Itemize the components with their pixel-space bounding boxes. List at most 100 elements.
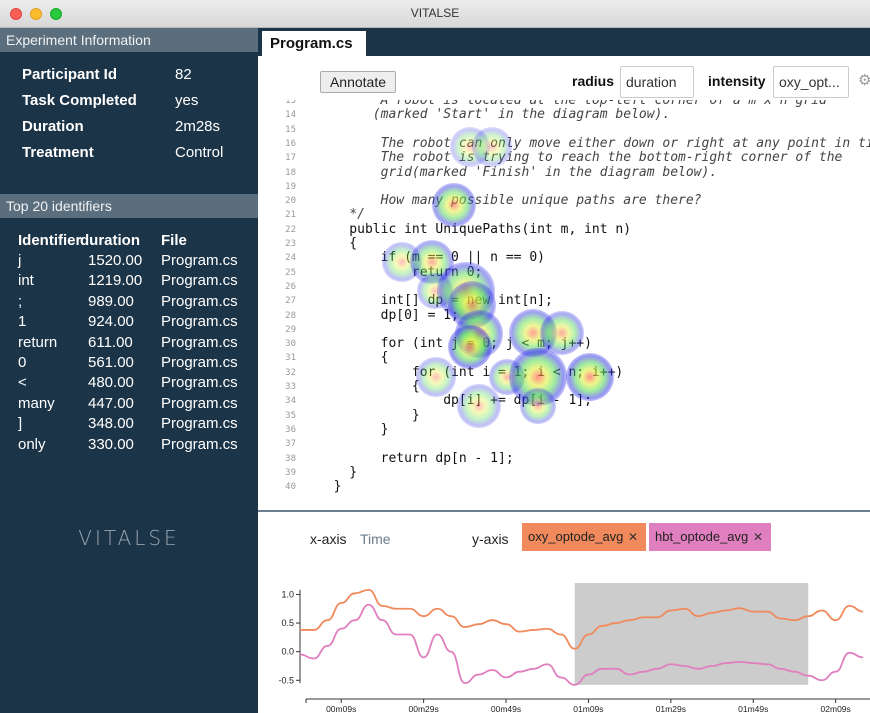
- experiment-info-header: Experiment Information: [0, 28, 258, 52]
- code-line: 31 {: [258, 350, 870, 366]
- code-line: 40 }: [258, 479, 870, 494]
- code-line: 22 public int UniquePaths(int m, int n): [258, 221, 870, 237]
- info-value: 2m28s: [175, 118, 221, 135]
- identifier-row: ; 989.00 Program.cs: [18, 293, 248, 313]
- identifier-cell-duration: 348.00: [88, 415, 134, 433]
- identifier-cell-id: 1: [18, 313, 27, 331]
- info-value: 82: [175, 66, 192, 83]
- identifier-cell-duration: 989.00: [88, 292, 134, 310]
- identifiers-table-body: j 1520.00 Program.cs int 1219.00 Program.cs; 9…: [18, 252, 248, 456]
- code-line: 38 return dp[n - 1];: [258, 451, 870, 466]
- identifier-cell-duration: 611.00: [88, 333, 133, 351]
- y-tick-label: 0.0: [281, 647, 294, 657]
- line-text: for (int j = 0; j < m; j++): [318, 336, 592, 352]
- x-tick-label: 01m49s: [738, 704, 768, 713]
- code-line: 34 dp[i] += dp[i - 1];: [258, 393, 870, 409]
- close-icon[interactable]: ✕: [753, 523, 763, 551]
- line-text: How many possible unique paths are there…: [318, 193, 702, 209]
- code-line: 36 }: [258, 422, 870, 437]
- tab-program-cs[interactable]: Program.cs: [262, 31, 366, 56]
- close-icon[interactable]: ✕: [628, 523, 638, 551]
- code-line: 21 */: [258, 207, 870, 223]
- identifier-cell-id: j: [18, 252, 22, 269]
- code-line: 27 int[] dp = new int[n];: [258, 293, 870, 309]
- window-titlebar: VITALSE: [0, 0, 870, 28]
- signal-chart-svg[interactable]: 1.0 0.5 0.0 -0.5 00m09s 00m29s 00m49s 01m09s 01m…: [258, 558, 870, 713]
- line-text: if (m == 0 || n == 0): [318, 250, 545, 266]
- line-number: 39: [285, 467, 296, 478]
- info-value: yes: [175, 92, 199, 109]
- code-line: 35 }: [258, 408, 870, 423]
- line-number: 18: [285, 167, 296, 178]
- code-line: 16 The robot can only move either down o…: [258, 136, 870, 151]
- line-number: 31: [285, 353, 296, 364]
- axis-controls: x-axis Time y-axis oxy_optode_avg ✕ hbt_…: [258, 514, 870, 558]
- code-line: 26: [258, 280, 870, 294]
- code-line: 25 return 0;: [258, 265, 870, 280]
- line-number: 34: [285, 396, 296, 407]
- x-tick-label: 01m29s: [656, 704, 686, 713]
- identifier-cell-file: Program.cs: [161, 435, 238, 453]
- line-text: The robot is trying to reach the bottom-…: [318, 150, 843, 166]
- intensity-select[interactable]: oxy_opt...: [773, 66, 849, 98]
- identifier-cell-file: Program.cs: [161, 394, 238, 412]
- identifier-cell-id: many: [18, 394, 55, 412]
- line-text: dp[i] += dp[i - 1];: [318, 393, 592, 409]
- info-label: Task Completed: [22, 92, 137, 109]
- line-number: 27: [285, 296, 296, 307]
- identifier-cell-file: Program.cs: [161, 252, 238, 269]
- radius-select[interactable]: duration: [620, 66, 694, 98]
- identifier-cell-id: return: [18, 333, 58, 351]
- code-line: 28 dp[0] = 1;: [258, 307, 870, 323]
- line-number: 19: [285, 181, 296, 192]
- identifier-cell-file: Program.cs: [161, 313, 238, 331]
- x-tick-label: 00m49s: [491, 704, 521, 713]
- gear-icon[interactable]: ⚙: [858, 73, 870, 88]
- annotate-button[interactable]: Annotate: [320, 71, 396, 93]
- identifier-cell-duration: 480.00: [88, 374, 134, 392]
- identifier-cell-duration: 561.00: [88, 353, 134, 371]
- y-tick-label: 0.5: [281, 618, 294, 628]
- line-number: 20: [285, 196, 296, 207]
- line-number: 13: [285, 100, 296, 106]
- editor-toolbar: Annotate radius duration intensity oxy_o…: [258, 56, 870, 104]
- identifier-row: many 447.00 Program.cs: [18, 395, 248, 415]
- identifier-cell-duration: 1219.00: [88, 272, 143, 290]
- line-text: dp[0] = 1;: [318, 307, 459, 323]
- radius-label: radius: [572, 73, 615, 89]
- identifier-cell-id: <: [18, 374, 27, 392]
- identifier-cell-id: 0: [18, 353, 27, 371]
- identifier-row: 1 924.00 Program.cs: [18, 313, 248, 333]
- code-line: 18 grid(marked 'Finish' in the diagram b…: [258, 164, 870, 180]
- line-text: }: [318, 464, 358, 480]
- y-axis-label: y-axis: [472, 531, 509, 547]
- line-text: grid(marked 'Finish' in the diagram belo…: [318, 164, 718, 180]
- line-text: public int UniquePaths(int m, int n): [318, 221, 632, 237]
- code-line: 23 {: [258, 236, 870, 251]
- x-axis-label: x-axis: [310, 531, 347, 547]
- line-number: 23: [285, 239, 296, 249]
- line-text: int[] dp = new int[n];: [318, 293, 553, 309]
- identifier-cell-id: ;: [18, 292, 23, 310]
- line-number: 15: [285, 124, 296, 135]
- y-series-chip-hbt[interactable]: hbt_optode_avg ✕: [649, 523, 771, 551]
- code-editor[interactable]: 13 A robot is located at the top-left co…: [258, 100, 870, 512]
- code-line: 37: [258, 437, 870, 451]
- line-number: 35: [285, 410, 296, 421]
- identifier-row: only 330.00 Program.cs: [18, 436, 248, 456]
- identifier-cell-file: Program.cs: [161, 272, 238, 290]
- line-number: 33: [285, 382, 296, 392]
- identifier-cell-id: ]: [18, 415, 23, 433]
- line-number: 22: [285, 224, 296, 235]
- identifier-cell-file: Program.cs: [161, 415, 238, 433]
- x-axis-value[interactable]: Time: [360, 531, 391, 547]
- y-series-chip-oxy[interactable]: oxy_optode_avg ✕: [522, 523, 646, 551]
- x-tick-label: 00m29s: [408, 704, 438, 713]
- identifiers-table: Identifier duration File j 1520.00 Program…: [18, 232, 248, 456]
- line-text: */: [318, 207, 365, 223]
- line-text: {: [318, 350, 389, 366]
- signal-chart[interactable]: 1.0 0.5 0.0 -0.5 00m09s 00m29s 00m49s 01m09s 01m…: [258, 558, 870, 713]
- line-number: 26: [285, 281, 296, 292]
- intensity-label: intensity: [708, 73, 766, 89]
- x-tick-label: 00m09s: [326, 704, 356, 713]
